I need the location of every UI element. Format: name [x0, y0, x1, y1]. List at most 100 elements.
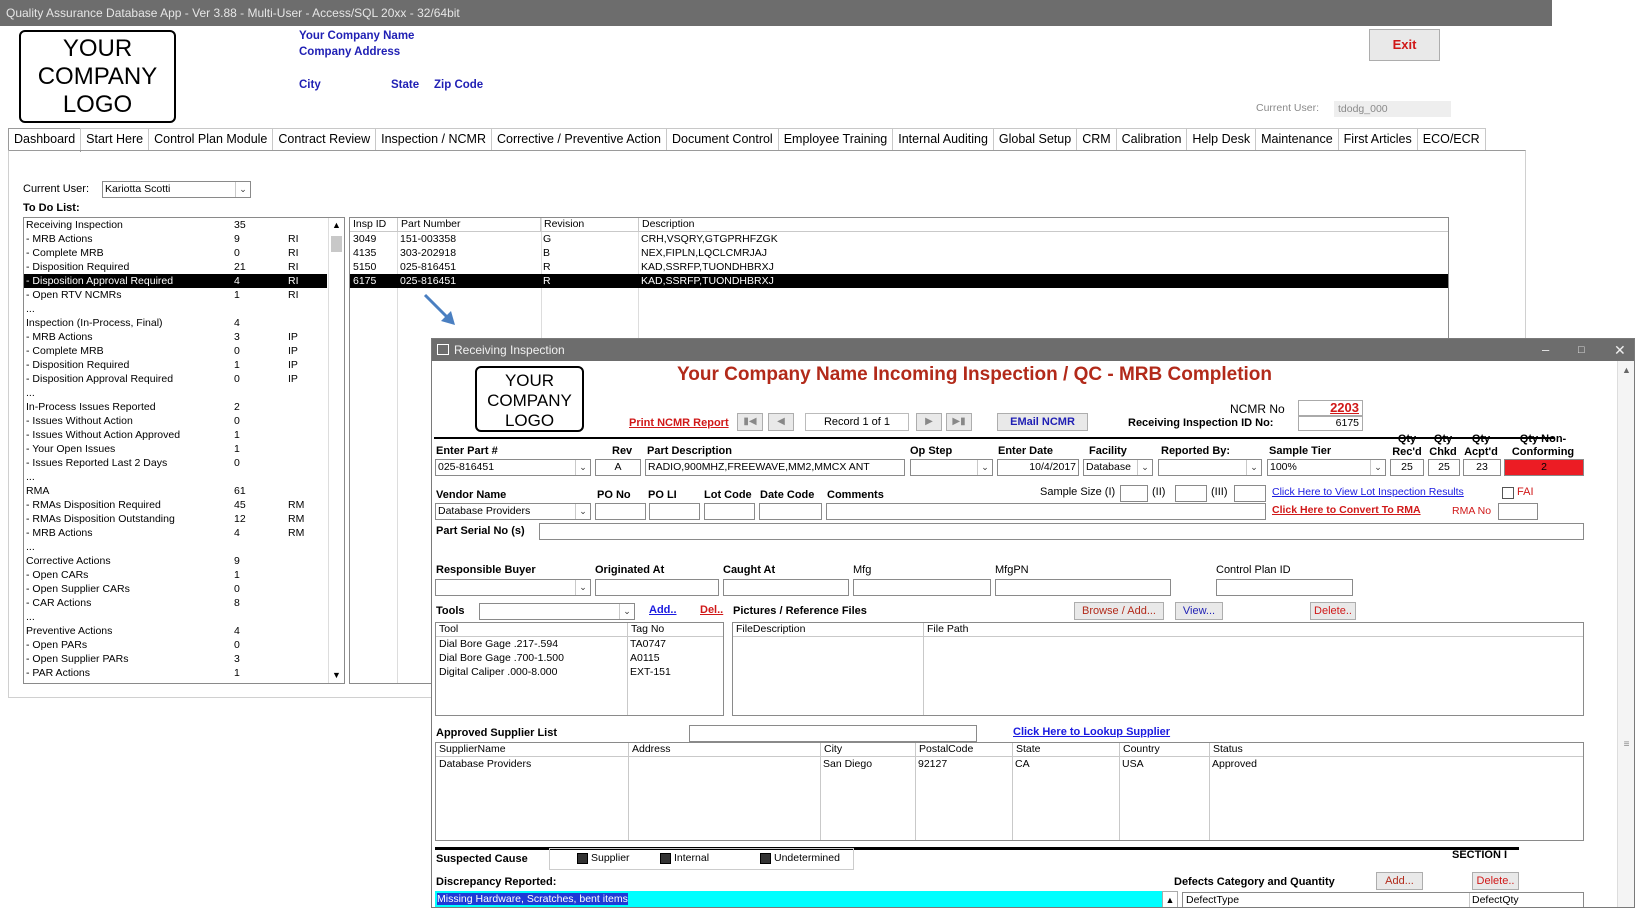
chevron-down-icon[interactable]: ⌄ [977, 460, 992, 475]
tab-inspection-ncmr[interactable]: Inspection / NCMR [375, 128, 492, 150]
list-item[interactable]: - Open RTV NCMRs 1 RI [24, 288, 344, 302]
rev-field[interactable]: A [595, 459, 641, 476]
next-record-icon[interactable]: ▶ [916, 413, 942, 431]
part-select[interactable]: 025-816451 ⌄ [435, 459, 591, 476]
list-item[interactable]: - Complete MRB 0 IP [24, 344, 344, 358]
lookup-supplier-link[interactable]: Click Here to Lookup Supplier [1013, 726, 1170, 738]
buyer-select[interactable]: ⌄ [435, 579, 591, 596]
list-item[interactable]: - Open Supplier CARs 0 [24, 582, 344, 596]
list-item[interactable]: In-Process Issues Reported 2 [24, 400, 344, 414]
chevron-down-icon[interactable]: ⌄ [1246, 460, 1261, 475]
tab-calibration[interactable]: Calibration [1115, 128, 1188, 150]
list-item[interactable]: - RMAs Disposition Outstanding 12 RM [24, 512, 344, 526]
list-item[interactable]: - Your Open Issues 1 [24, 442, 344, 456]
table-row[interactable]: 6175 025-816451 R KAD,SSRFP,TUONDHBRXJ [350, 274, 1448, 288]
fai-checkbox[interactable] [1502, 487, 1514, 499]
lot-results-link[interactable]: Click Here to View Lot Inspection Result… [1272, 486, 1464, 498]
list-item[interactable]: - Open Supplier PARs 3 [24, 652, 344, 666]
del-tool-link[interactable]: Del.. [700, 604, 723, 616]
close-icon[interactable]: ✕ [1614, 339, 1626, 361]
orig-field[interactable] [595, 579, 719, 596]
prev-record-icon[interactable]: ◀ [768, 413, 794, 431]
qty-recd-field[interactable]: 25 [1390, 459, 1424, 476]
chevron-down-icon[interactable]: ⌄ [1137, 460, 1152, 475]
tab-global-setup[interactable]: Global Setup [992, 128, 1078, 150]
list-item[interactable]: - CAR Actions 8 [24, 596, 344, 610]
table-row[interactable]: Dial Bore Gage .700-1.500 A0115 [436, 651, 723, 665]
delete-defect-button[interactable]: Delete.. [1472, 872, 1519, 890]
datecode-field[interactable] [759, 503, 822, 520]
sample-size-2[interactable] [1175, 485, 1207, 502]
chevron-down-icon[interactable]: ⌄ [235, 182, 250, 197]
browse-button[interactable]: Browse / Add... [1074, 602, 1164, 620]
list-item[interactable]: ... [24, 540, 344, 554]
table-row[interactable]: 3049 151-003358 G CRH,VSQRY,GTGPRHFZGK [350, 232, 1448, 246]
list-item[interactable]: - Disposition Approval Required 4 RI [24, 274, 327, 288]
pictures-list[interactable]: FileDescription File Path [732, 622, 1584, 716]
table-row[interactable]: Digital Caliper .000-8.000 EXT-151 [436, 665, 723, 679]
list-item[interactable]: RMA 61 [24, 484, 344, 498]
cause-option-supplier[interactable]: Supplier [577, 852, 630, 864]
dashboard-user-select[interactable]: Kariotta Scotti ⌄ [102, 181, 251, 198]
qty-acpt-field[interactable]: 23 [1463, 459, 1501, 476]
list-item[interactable]: - MRB Actions 3 IP [24, 330, 344, 344]
scroll-grip-icon[interactable]: ≡ [1618, 739, 1634, 750]
add-tool-link[interactable]: Add.. [649, 604, 677, 616]
tools-list[interactable]: Tool Tag No Dial Bore Gage .217-.594 TA0747… [435, 622, 724, 716]
list-item[interactable]: - RMAs Disposition Required 45 RM [24, 498, 344, 512]
list-item[interactable]: - Disposition Approval Required 0 IP [24, 372, 344, 386]
tab-internal-auditing[interactable]: Internal Auditing [892, 128, 994, 150]
scroll-up-icon[interactable]: ▲ [329, 220, 344, 230]
tab-control-plan-module[interactable]: Control Plan Module [148, 128, 274, 150]
sample-size-1[interactable] [1120, 485, 1148, 502]
scroll-up-icon[interactable]: ▲ [1618, 365, 1634, 375]
list-item[interactable]: - Open CARs 1 [24, 568, 344, 582]
list-item[interactable]: Preventive Actions 4 [24, 624, 344, 638]
scroll-thumb[interactable] [331, 236, 342, 252]
list-item[interactable]: - Disposition Required 21 RI [24, 260, 344, 274]
table-row[interactable]: Database Providers San Diego 92127 CA USA App… [436, 757, 1583, 771]
minimize-icon[interactable]: – [1542, 339, 1549, 361]
vendor-select[interactable]: Database Providers ⌄ [435, 503, 591, 520]
table-row[interactable]: 4135 303-202918 B NEX,FIPLN,LQCLCMRJAJ [350, 246, 1448, 260]
chevron-down-icon[interactable]: ⌄ [575, 504, 590, 519]
list-item[interactable]: Receiving Inspection 35 [24, 218, 344, 232]
view-button[interactable]: View... [1175, 602, 1223, 620]
list-item[interactable]: ... [24, 386, 344, 400]
list-item[interactable]: - Complete MRB 0 RI [24, 246, 344, 260]
ncmr-number[interactable]: 2203 [1298, 400, 1363, 416]
email-ncmr-button[interactable]: EMail NCMR [997, 413, 1088, 431]
list-item[interactable]: - MRB Actions 4 RM [24, 526, 344, 540]
print-ncmr-link[interactable]: Print NCMR Report [629, 417, 729, 429]
first-record-icon[interactable]: ▮◀ [737, 413, 763, 431]
reportedby-select[interactable]: ⌄ [1158, 459, 1262, 476]
list-item[interactable]: - Issues Reported Last 2 Days 0 [24, 456, 344, 470]
checkbox-icon[interactable] [577, 852, 588, 864]
disc-field[interactable]: Missing Hardware, Scratches, bent items [435, 891, 1162, 907]
tab-start-here[interactable]: Start Here [80, 128, 150, 150]
tab-employee-training[interactable]: Employee Training [777, 128, 894, 150]
scroll-down-icon[interactable]: ▼ [329, 670, 344, 680]
cause-option-undetermined[interactable]: Undetermined [760, 852, 840, 864]
list-item[interactable]: - PAR Actions 1 [24, 666, 344, 680]
tab-eco-ecr[interactable]: ECO/ECR [1416, 128, 1486, 150]
tab-document-control[interactable]: Document Control [665, 128, 779, 150]
qty-nonconf-field[interactable]: 2 [1504, 459, 1584, 476]
desc-field[interactable]: RADIO,900MHZ,FREEWAVE,MM2,MMCX ANT [645, 459, 905, 476]
tab-crm[interactable]: CRM [1076, 128, 1117, 150]
asl-list[interactable]: SupplierName Address City PostalCode State Co… [435, 742, 1584, 841]
exit-button[interactable]: Exit [1369, 29, 1440, 61]
defects-list[interactable]: DefectType DefectQty [1182, 892, 1584, 907]
list-item[interactable]: Inspection (In-Process, Final) 4 [24, 316, 344, 330]
list-item[interactable]: - Open PARs 0 [24, 638, 344, 652]
tab-first-articles[interactable]: First Articles [1337, 128, 1418, 150]
todo-list[interactable]: Receiving Inspection 35 - MRB Actions 9 RI … [23, 217, 345, 684]
tab-corrective-preventive-action[interactable]: Corrective / Preventive Action [491, 128, 667, 150]
list-item[interactable]: ... [24, 610, 344, 624]
maximize-icon[interactable]: □ [1578, 339, 1585, 361]
chevron-down-icon[interactable]: ⌄ [619, 604, 634, 619]
checkbox-icon[interactable] [660, 852, 671, 864]
list-item[interactable]: - Issues Without Action 0 [24, 414, 344, 428]
lot-field[interactable] [704, 503, 755, 520]
tab-maintenance[interactable]: Maintenance [1255, 128, 1339, 150]
